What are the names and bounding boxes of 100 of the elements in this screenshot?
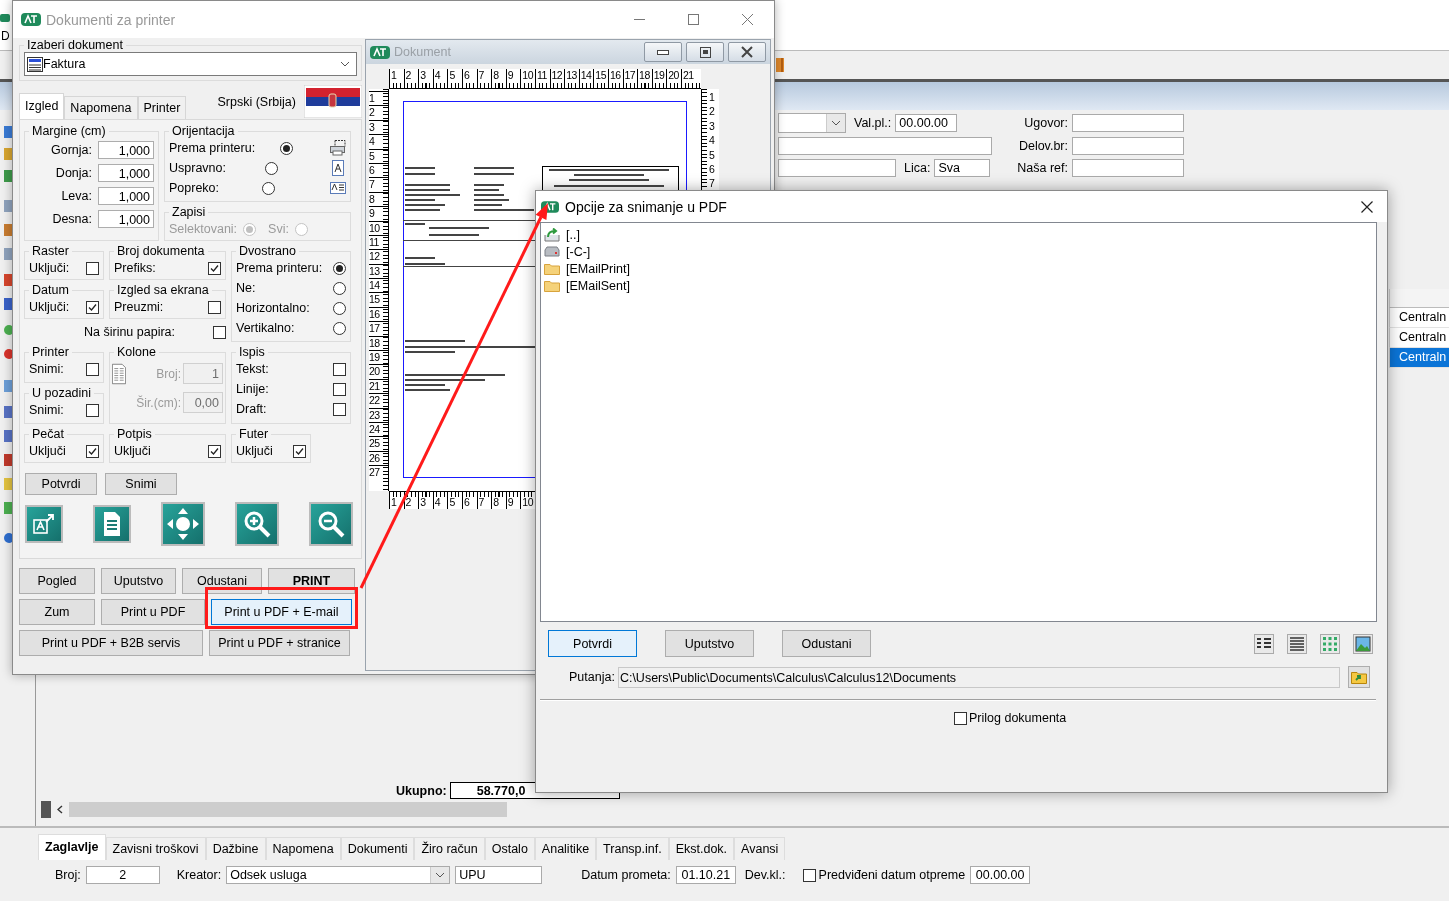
input-field[interactable]: 1,000 — [98, 140, 154, 159]
radio-button[interactable] — [333, 321, 346, 335]
dialog-button[interactable]: Uputstvo — [665, 630, 754, 657]
table-cell[interactable]: Centraln — [1389, 308, 1449, 328]
radio-button[interactable] — [333, 301, 346, 315]
input-field[interactable]: 1,000 — [98, 163, 154, 182]
toolbar-button[interactable] — [93, 505, 131, 543]
list-item[interactable]: [-C-] — [566, 244, 591, 259]
checkbox[interactable] — [802, 868, 816, 882]
group-title: Izaberi dokument — [26, 38, 124, 52]
details-view-icon[interactable] — [1287, 633, 1307, 654]
book-icon[interactable] — [776, 57, 784, 73]
dialog-button[interactable]: Print u PDF + E-mail — [211, 599, 352, 625]
tab[interactable]: Napomena — [64, 96, 138, 119]
tab[interactable]: Dokumenti — [340, 837, 415, 860]
ruler-number: 5 — [447, 69, 462, 88]
toolbar-button[interactable] — [161, 502, 205, 546]
checkbox[interactable] — [333, 402, 346, 416]
checkbox[interactable] — [213, 325, 226, 339]
input-field[interactable] — [778, 137, 992, 155]
input-field[interactable]: 00.00.00 — [895, 114, 958, 132]
maximize-button[interactable] — [686, 42, 724, 62]
tab[interactable]: Analitike — [534, 837, 597, 860]
dropdown[interactable] — [778, 113, 846, 133]
tab[interactable]: Printer — [137, 96, 187, 119]
dialog-button[interactable]: Odustani — [782, 630, 871, 657]
input-field[interactable]: 1,000 — [98, 209, 154, 228]
browse-button[interactable] — [1347, 666, 1370, 688]
tab[interactable]: Zavisni troškovi — [105, 837, 206, 860]
checkbox[interactable] — [333, 382, 346, 396]
input-field[interactable] — [1072, 137, 1184, 155]
path-field[interactable]: C:\Users\Public\Documents\Calculus\Calculus12\Documents — [617, 666, 1340, 688]
app-logo-icon — [0, 12, 10, 24]
dialog-button[interactable]: Zum — [19, 599, 95, 625]
input-field[interactable] — [1072, 114, 1184, 132]
document-dropdown[interactable]: Faktura — [24, 52, 357, 76]
input-field[interactable] — [1072, 159, 1184, 177]
close-button[interactable] — [728, 42, 766, 62]
input-field[interactable]: 1,000 — [98, 186, 154, 205]
checkbox[interactable] — [86, 362, 99, 376]
dialog-button[interactable]: Print u PDF — [101, 599, 205, 625]
input-field[interactable]: 00.00.00 — [970, 866, 1031, 884]
tab[interactable]: Dažbine — [205, 837, 266, 860]
list-item[interactable]: [EMailSent] — [566, 278, 630, 293]
list-view-icon[interactable] — [1254, 633, 1274, 654]
dialog-button[interactable]: Pogled — [19, 568, 95, 594]
tab[interactable]: Izgled — [19, 93, 65, 119]
radio-button[interactable] — [333, 281, 346, 295]
checkbox[interactable] — [954, 711, 967, 725]
image-view-icon[interactable] — [1353, 633, 1373, 654]
ruler-number: 3 — [418, 496, 433, 509]
input-field[interactable]: 01.10.21 — [675, 866, 736, 884]
input-field[interactable]: Sva — [934, 159, 991, 177]
radio-button[interactable] — [262, 181, 275, 195]
checkbox[interactable] — [208, 444, 221, 458]
menu-item[interactable]: D — [0, 30, 10, 43]
dialog-button[interactable]: Print u PDF + B2B servis — [19, 630, 203, 656]
dialog-button[interactable]: Potvrdi — [548, 630, 637, 657]
checkbox[interactable] — [86, 300, 99, 314]
list-item[interactable]: [..] — [566, 227, 580, 242]
tab[interactable]: Transp.inf. — [596, 837, 669, 860]
checkbox[interactable] — [86, 403, 99, 417]
checkbox[interactable] — [333, 362, 346, 376]
radio-button[interactable] — [265, 161, 279, 175]
dialog-button[interactable]: PRINT — [268, 568, 355, 594]
radio-button[interactable] — [333, 261, 346, 275]
table-cell[interactable]: Centraln — [1389, 348, 1449, 368]
tab[interactable]: Ostalo — [484, 837, 535, 860]
tab[interactable]: Žiro račun — [414, 837, 485, 860]
checkbox[interactable] — [86, 261, 99, 275]
minimize-button[interactable] — [644, 42, 682, 62]
dialog-button[interactable]: Uputstvo — [101, 568, 176, 594]
group-title: Orijentacija — [171, 124, 236, 138]
checkbox[interactable] — [208, 261, 221, 275]
dropdown[interactable]: Odsek usluga — [226, 866, 451, 884]
tab[interactable]: Avansi — [734, 837, 786, 860]
action-button[interactable]: Snimi — [105, 473, 177, 495]
list-item[interactable]: [EMailPrint] — [566, 261, 630, 276]
tab[interactable]: Napomena — [265, 837, 341, 860]
checkbox[interactable] — [208, 300, 221, 314]
radio-button[interactable] — [280, 141, 294, 155]
flag-icon[interactable] — [304, 85, 362, 118]
checkbox[interactable] — [86, 444, 99, 458]
tab[interactable]: Zaglavlje — [38, 834, 106, 860]
action-button[interactable]: Potvrdi — [25, 473, 97, 495]
toolbar-button[interactable] — [235, 502, 279, 546]
ruler-number: 17 — [622, 69, 638, 88]
grid-view-icon[interactable] — [1320, 633, 1340, 654]
tab[interactable]: Ekst.dok. — [668, 837, 735, 860]
input-field[interactable]: 2 — [85, 866, 160, 884]
dialog-button[interactable]: Print u PDF + stranice — [209, 630, 350, 656]
ruler-number: 13 — [564, 69, 579, 88]
input-field[interactable] — [778, 159, 896, 177]
toolbar-button[interactable] — [309, 502, 353, 546]
toolbar-button[interactable] — [25, 505, 63, 543]
input-field[interactable]: UPU — [455, 866, 543, 884]
table-cell[interactable]: Centraln — [1389, 328, 1449, 348]
checkbox[interactable] — [293, 444, 306, 458]
dialog-button[interactable]: Odustani — [182, 568, 262, 594]
scrollbar-thumb[interactable] — [69, 802, 507, 817]
